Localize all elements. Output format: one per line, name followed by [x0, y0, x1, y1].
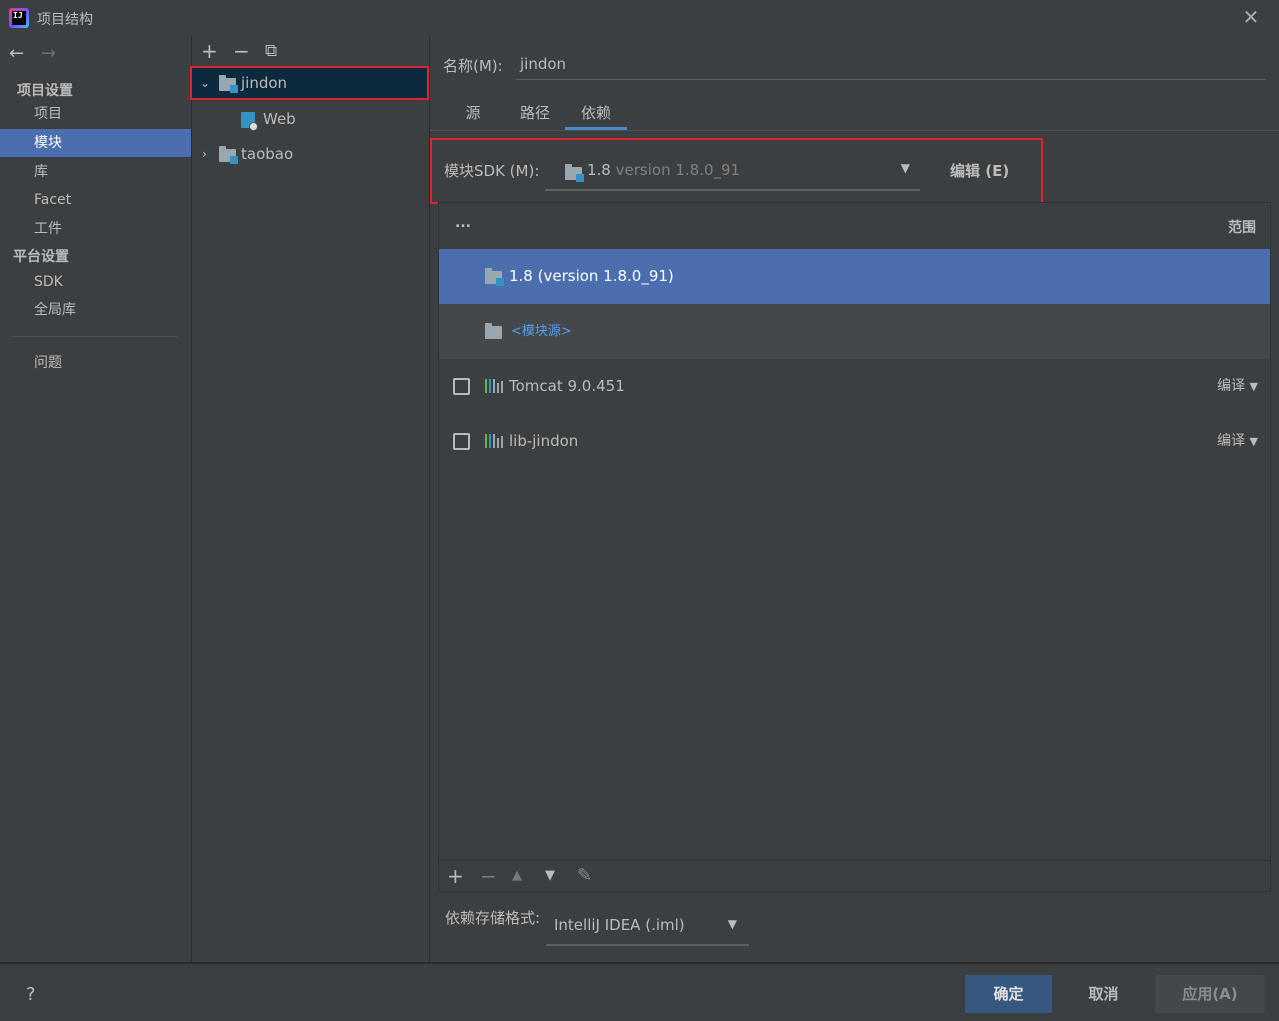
nav-item-facets[interactable]: Facet: [0, 186, 191, 214]
scope-dropdown[interactable]: 编译 ▼: [1217, 414, 1258, 469]
add-icon[interactable]: +: [201, 39, 218, 63]
storage-format-dropdown[interactable]: IntelliJ IDEA (.iml) ▼: [546, 904, 749, 946]
ok-button[interactable]: 确定: [965, 975, 1052, 1013]
tree-node-label: Web: [263, 110, 296, 128]
tab-sources[interactable]: 源: [458, 102, 488, 130]
nav-item-global-libraries[interactable]: 全局库: [0, 296, 191, 324]
web-facet-icon: [241, 112, 258, 131]
table-row[interactable]: Tomcat 9.0.451 编译 ▼: [439, 359, 1270, 414]
dependency-label: Tomcat 9.0.451: [509, 377, 625, 395]
dependency-label: 1.8 (version 1.8.0_91): [509, 267, 674, 285]
help-icon[interactable]: ?: [26, 984, 36, 1005]
table-row[interactable]: 1.8 (version 1.8.0_91): [439, 249, 1270, 304]
forward-arrow-icon[interactable]: →: [41, 43, 56, 64]
name-label: 名称(M):: [443, 57, 503, 75]
tree-node-jindon[interactable]: ⌄ jindon: [190, 66, 429, 100]
nav-item-artifacts[interactable]: 工件: [0, 215, 191, 243]
module-details-panel: 名称(M): jindon 源 路径 依赖 模块SDK (M): 1.8 ver…: [430, 36, 1279, 962]
apply-button[interactable]: 应用(A): [1155, 975, 1265, 1013]
tree-node-taobao[interactable]: › taobao: [192, 137, 429, 171]
title-bar: IJ 项目结构 ✕: [0, 0, 1279, 36]
move-down-icon[interactable]: ▼: [545, 864, 555, 888]
jdk-folder-icon: [485, 268, 504, 286]
tree-node-label: jindon: [241, 74, 288, 92]
remove-icon[interactable]: −: [480, 864, 497, 888]
table-row[interactable]: lib-jindon 编译 ▼: [439, 414, 1270, 469]
storage-format-label: 依赖存储格式:: [445, 909, 541, 927]
source-folder-icon: [485, 323, 502, 339]
module-folder-icon: [219, 146, 238, 164]
dropdown-arrow-icon: ▼: [900, 161, 910, 175]
nav-item-problems[interactable]: 问题: [0, 349, 191, 377]
storage-format-value: IntelliJ IDEA (.iml): [554, 916, 685, 934]
intellij-logo-icon: IJ: [9, 8, 29, 28]
tab-paths[interactable]: 路径: [514, 102, 556, 130]
remove-icon[interactable]: −: [233, 39, 250, 63]
export-checkbox[interactable]: [453, 378, 470, 395]
chevron-down-icon[interactable]: ⌄: [200, 66, 210, 100]
dependencies-toolbar: + − ▲ ▼ ✎: [439, 860, 1270, 892]
back-arrow-icon[interactable]: ←: [9, 43, 24, 64]
table-header: ... 范围: [439, 203, 1270, 249]
table-row[interactable]: <模块源>: [439, 304, 1270, 359]
add-icon[interactable]: +: [447, 864, 464, 888]
nav-item-sdks[interactable]: SDK: [0, 268, 191, 296]
tree-node-web[interactable]: Web: [192, 102, 429, 136]
library-icon: [485, 379, 503, 393]
move-up-icon[interactable]: ▲: [512, 864, 522, 888]
settings-nav: ← → 项目设置 项目 模块 库 Facet 工件 平台设置 SDK 全局库 问…: [0, 36, 191, 962]
chevron-right-icon[interactable]: ›: [202, 137, 207, 171]
tree-node-label: taobao: [241, 145, 294, 163]
more-column-header[interactable]: ...: [455, 215, 471, 231]
edit-sdk-button[interactable]: 编辑 (E): [950, 160, 1009, 181]
module-sdk-label: 模块SDK (M):: [444, 162, 540, 180]
close-icon[interactable]: ✕: [1240, 6, 1262, 28]
module-sdk-dropdown[interactable]: 1.8 version 1.8.0_91 ▼: [545, 153, 920, 191]
nav-item-project[interactable]: 项目: [0, 100, 191, 128]
jdk-folder-icon: [565, 164, 584, 182]
sdk-value: 1.8 version 1.8.0_91: [587, 161, 741, 179]
cancel-button[interactable]: 取消: [1060, 975, 1147, 1013]
library-icon: [485, 434, 503, 448]
dependency-label: lib-jindon: [509, 432, 579, 450]
platform-settings-heading: 平台设置: [13, 249, 69, 265]
nav-item-libraries[interactable]: 库: [0, 158, 191, 186]
scope-dropdown[interactable]: 编译 ▼: [1217, 359, 1258, 414]
module-folder-icon: [219, 75, 238, 93]
module-name-input[interactable]: jindon: [516, 48, 1266, 80]
project-settings-heading: 项目设置: [17, 83, 73, 99]
export-checkbox[interactable]: [453, 433, 470, 450]
dropdown-arrow-icon: ▼: [727, 917, 737, 931]
tab-dependencies[interactable]: 依赖: [565, 102, 627, 130]
dependencies-table: ... 范围 1.8 (version 1.8.0_91) <模块源> Tomc…: [438, 202, 1271, 892]
window-title: 项目结构: [37, 12, 93, 28]
nav-separator: [12, 336, 177, 337]
edit-pencil-icon[interactable]: ✎: [577, 864, 592, 888]
tabs-underline: [430, 130, 1279, 131]
dialog-footer: ? 确定 取消 应用(A): [0, 962, 1279, 1021]
nav-item-modules[interactable]: 模块: [0, 129, 191, 157]
module-tree: + − ⧉ ⌄ jindon Web › taobao: [190, 36, 429, 962]
dependency-label: <模块源>: [511, 324, 572, 339]
scope-column-header: 范围: [1228, 220, 1256, 236]
copy-icon[interactable]: ⧉: [265, 39, 277, 63]
